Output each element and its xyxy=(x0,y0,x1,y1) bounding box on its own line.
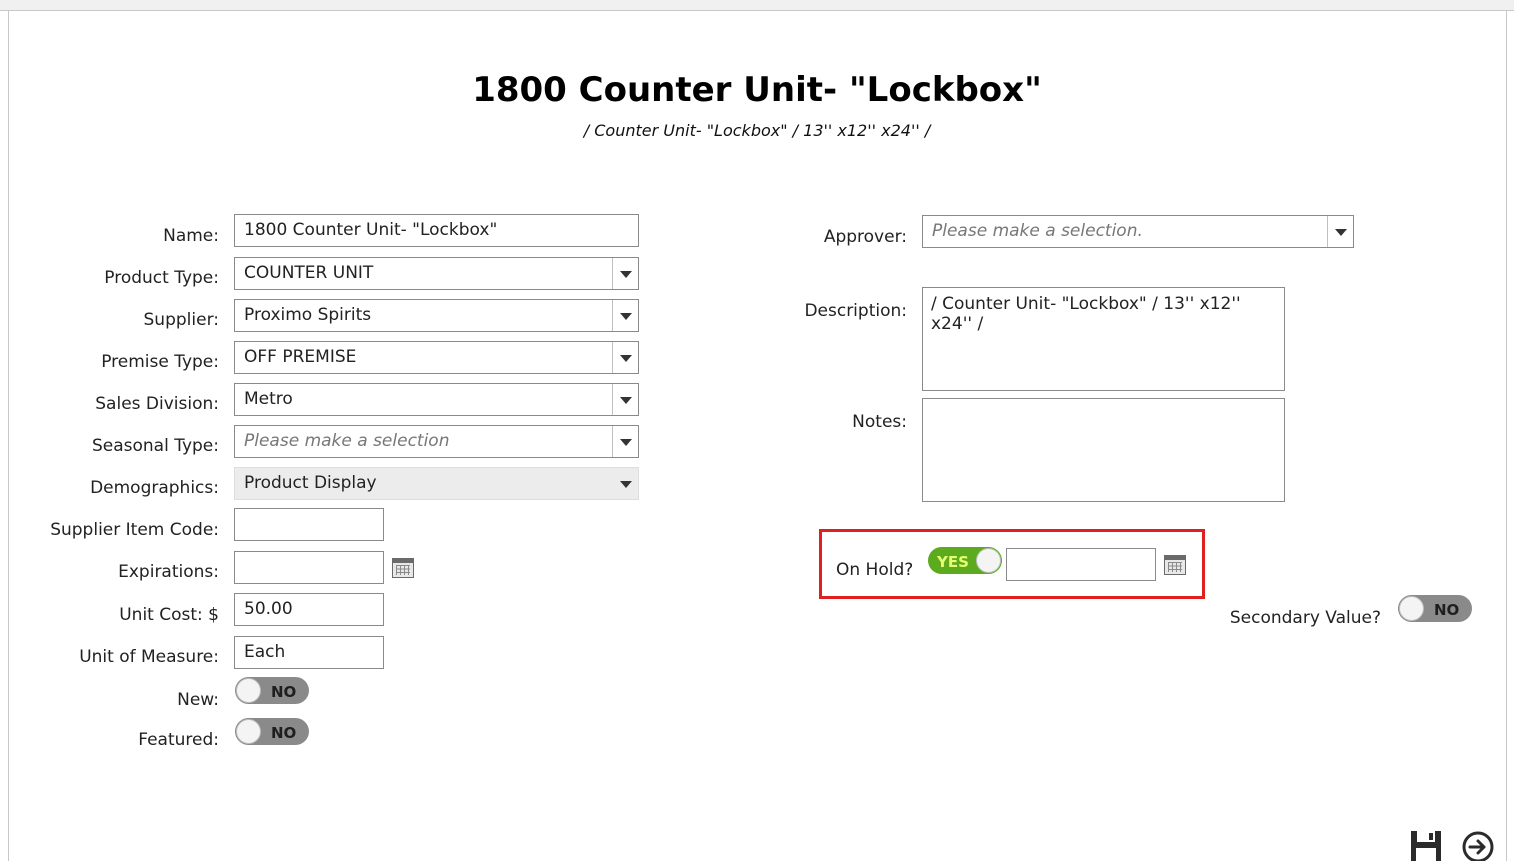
demographics-select[interactable]: Product Display xyxy=(234,467,639,500)
demographics-label: Demographics: xyxy=(90,478,219,498)
on-hold-toggle-text: YES xyxy=(937,553,969,571)
chevron-down-icon[interactable] xyxy=(612,384,638,415)
toggle-knob xyxy=(236,719,261,744)
unit-of-measure-input[interactable]: Each xyxy=(234,636,384,669)
chevron-down-icon[interactable] xyxy=(612,300,638,331)
notes-label: Notes: xyxy=(852,412,907,432)
featured-toggle-text: NO xyxy=(271,724,297,742)
premise-type-select[interactable]: OFF PREMISE xyxy=(234,341,639,374)
arrow-right-circle-icon[interactable] xyxy=(1461,830,1495,861)
supplier-item-code-input[interactable] xyxy=(234,508,384,541)
seasonal-type-label: Seasonal Type: xyxy=(91,436,219,456)
product-type-label: Product Type: xyxy=(104,268,219,288)
secondary-value-toggle-text: NO xyxy=(1434,601,1460,619)
expirations-input[interactable] xyxy=(234,551,384,584)
product-type-select[interactable]: COUNTER UNIT xyxy=(234,257,639,290)
premise-type-value: OFF PREMISE xyxy=(244,347,357,367)
unit-cost-input[interactable]: 50.00 xyxy=(234,593,384,626)
chevron-down-icon[interactable] xyxy=(612,342,638,373)
approver-placeholder: Please make a selection. xyxy=(932,221,1143,241)
sales-division-value: Metro xyxy=(244,389,293,409)
new-toggle[interactable]: NO xyxy=(235,677,309,704)
page-subtitle: / Counter Unit- "Lockbox" / 13'' x12'' x… xyxy=(583,121,931,140)
secondary-value-label: Secondary Value? xyxy=(1229,608,1381,628)
description-label: Description: xyxy=(804,301,907,321)
unit-of-measure-label: Unit of Measure: xyxy=(79,647,219,667)
approver-label: Approver: xyxy=(823,227,907,247)
product-type-value: COUNTER UNIT xyxy=(244,263,374,283)
seasonal-type-select[interactable]: Please make a selection xyxy=(234,425,639,458)
expirations-label: Expirations: xyxy=(118,562,219,582)
on-hold-date-input[interactable] xyxy=(1006,548,1156,581)
name-label: Name: xyxy=(163,226,219,246)
calendar-icon[interactable] xyxy=(1164,555,1186,575)
supplier-label: Supplier: xyxy=(143,310,219,330)
chevron-down-icon[interactable] xyxy=(612,258,638,289)
new-label: New: xyxy=(177,690,219,710)
toggle-knob xyxy=(976,548,1001,573)
notes-textarea[interactable] xyxy=(922,398,1285,502)
on-hold-toggle[interactable]: YES xyxy=(928,547,1002,574)
supplier-select[interactable]: Proximo Spirits xyxy=(234,299,639,332)
premise-type-label: Premise Type: xyxy=(101,352,219,372)
window-top-bar xyxy=(0,0,1514,11)
chevron-down-icon[interactable] xyxy=(613,468,638,499)
save-icon[interactable] xyxy=(1409,829,1443,861)
supplier-item-code-label: Supplier Item Code: xyxy=(50,520,219,540)
sales-division-select[interactable]: Metro xyxy=(234,383,639,416)
description-textarea[interactable]: / Counter Unit- "Lockbox" / 13'' x12'' x… xyxy=(922,287,1285,391)
toggle-knob xyxy=(236,678,261,703)
chevron-down-icon[interactable] xyxy=(612,426,638,457)
seasonal-type-placeholder: Please make a selection xyxy=(244,431,450,451)
demographics-value: Product Display xyxy=(244,473,377,493)
page-title: 1800 Counter Unit- "Lockbox" xyxy=(472,70,1042,110)
toggle-knob xyxy=(1399,596,1424,621)
supplier-value: Proximo Spirits xyxy=(244,305,372,325)
unit-cost-label: Unit Cost: $ xyxy=(119,605,219,625)
on-hold-label: On Hold? xyxy=(836,560,914,580)
calendar-icon[interactable] xyxy=(392,558,414,578)
chevron-down-icon[interactable] xyxy=(1327,216,1353,247)
new-toggle-text: NO xyxy=(271,683,297,701)
approver-select[interactable]: Please make a selection. xyxy=(922,215,1354,248)
featured-label: Featured: xyxy=(138,730,219,750)
secondary-value-toggle[interactable]: NO xyxy=(1398,595,1472,622)
name-input[interactable]: 1800 Counter Unit- "Lockbox" xyxy=(234,214,639,247)
sales-division-label: Sales Division: xyxy=(95,394,219,414)
featured-toggle[interactable]: NO xyxy=(235,718,309,745)
